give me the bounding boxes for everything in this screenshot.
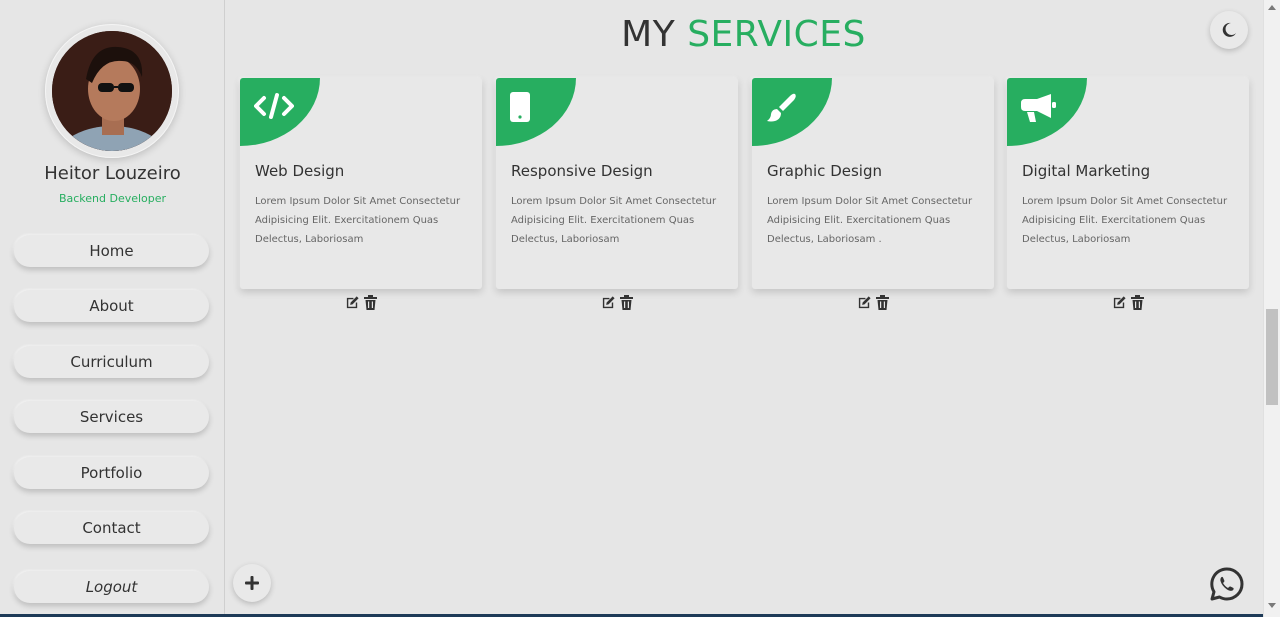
trash-icon[interactable] — [874, 294, 890, 310]
service-card-badge — [240, 78, 320, 146]
service-card-title: Graphic Design — [767, 162, 882, 180]
scroll-down-arrow-icon[interactable] — [1268, 603, 1276, 608]
page-title: MY SERVICES — [225, 14, 1262, 55]
mobile-icon — [510, 92, 530, 122]
service-card-web-design: Web Design Lorem Ipsum Dolor Sit Amet Co… — [240, 78, 482, 289]
trash-icon[interactable] — [618, 294, 634, 310]
logout-button[interactable]: Logout — [14, 571, 209, 603]
avatar-photo — [52, 31, 172, 151]
service-card-text: Lorem Ipsum Dolor Sit Amet Consectetur A… — [1022, 196, 1228, 245]
service-card-actions — [752, 294, 994, 310]
service-card-title: Digital Marketing — [1022, 162, 1151, 180]
nav-about-button[interactable]: About — [14, 290, 209, 322]
whatsapp-button[interactable] — [1208, 565, 1246, 603]
vertical-scrollbar[interactable] — [1263, 0, 1280, 617]
service-card-actions — [496, 294, 738, 310]
service-card-badge — [496, 78, 576, 146]
page-title-part1: MY — [621, 14, 676, 55]
service-card-responsive-design: Responsive Design Lorem Ipsum Dolor Sit … — [496, 78, 738, 289]
theme-toggle-button[interactable] — [1210, 11, 1248, 49]
moon-icon — [1222, 22, 1236, 37]
edit-icon[interactable] — [344, 294, 360, 310]
service-card-title: Web Design — [255, 162, 345, 180]
scroll-up-arrow-icon[interactable] — [1268, 5, 1276, 10]
service-card-text: Lorem Ipsum Dolor Sit Amet Consectetur A… — [511, 196, 717, 245]
profile-name: Heitor Louzeiro — [44, 163, 181, 184]
sidebar: Heitor Louzeiro Backend Developer Home A… — [0, 0, 225, 617]
megaphone-icon — [1021, 94, 1056, 122]
nav-home-button[interactable]: Home — [14, 235, 209, 267]
service-card-actions — [1007, 294, 1249, 310]
trash-icon[interactable] — [1129, 294, 1145, 310]
service-card-title: Responsive Design — [511, 162, 653, 180]
service-card-text: Lorem Ipsum Dolor Sit Amet Consectetur A… — [255, 196, 461, 245]
profile-role: Backend Developer — [58, 192, 167, 205]
service-card-actions — [240, 294, 482, 310]
page-title-part2: SERVICES — [687, 14, 866, 55]
edit-icon[interactable] — [856, 294, 872, 310]
avatar — [52, 31, 172, 151]
avatar-frame — [45, 24, 179, 158]
service-card-digital-marketing: Digital Marketing Lorem Ipsum Dolor Sit … — [1007, 78, 1249, 289]
service-card-text: Lorem Ipsum Dolor Sit Amet Consectetur A… — [767, 196, 973, 245]
code-icon — [254, 93, 294, 119]
paint-brush-icon — [767, 93, 796, 122]
add-service-button[interactable] — [233, 564, 271, 602]
scrollbar-thumb[interactable] — [1266, 309, 1278, 405]
nav-portfolio-button[interactable]: Portfolio — [14, 457, 209, 489]
nav-contact-button[interactable]: Contact — [14, 512, 209, 544]
nav-curriculum-button[interactable]: Curriculum — [14, 346, 209, 378]
nav-services-button[interactable]: Services — [14, 401, 209, 433]
service-card-badge — [752, 78, 832, 146]
trash-icon[interactable] — [362, 294, 378, 310]
edit-icon[interactable] — [1111, 294, 1127, 310]
edit-icon[interactable] — [600, 294, 616, 310]
plus-icon — [245, 576, 259, 590]
whatsapp-icon — [1210, 567, 1244, 601]
service-card-badge — [1007, 78, 1087, 146]
service-card-graphic-design: Graphic Design Lorem Ipsum Dolor Sit Ame… — [752, 78, 994, 289]
